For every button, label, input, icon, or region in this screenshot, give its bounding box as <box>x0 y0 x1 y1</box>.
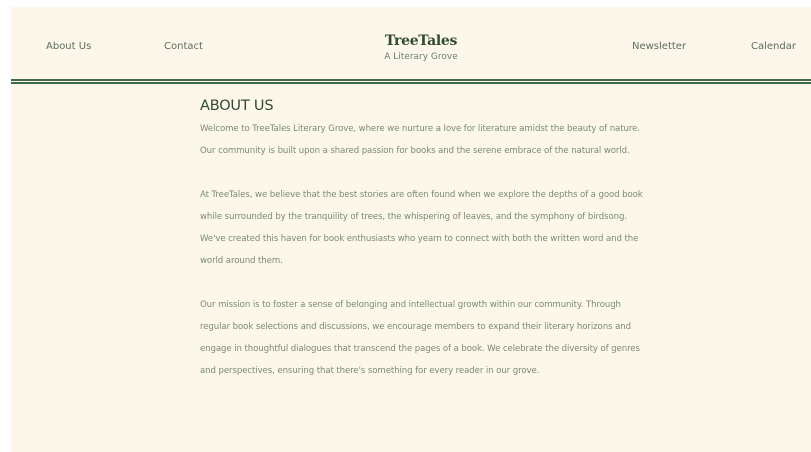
nav-link-calendar[interactable]: Calendar <box>751 41 796 52</box>
nav-link-about-us[interactable]: About Us <box>46 41 91 52</box>
site-header: About Us Contact TreeTales A Literary Gr… <box>11 7 811 79</box>
nav-link-newsletter[interactable]: Newsletter <box>632 41 686 52</box>
about-paragraph-1: Welcome to TreeTales Literary Grove, whe… <box>200 124 640 156</box>
brand-logo[interactable]: TreeTales A Literary Grove <box>321 33 521 63</box>
about-paragraph-2: At TreeTales, we believe that the best s… <box>200 190 643 266</box>
about-paragraph-3: Our mission is to foster a sense of belo… <box>200 300 640 376</box>
about-section: ABOUT US Welcome to TreeTales Literary G… <box>200 97 650 382</box>
page: About Us Contact TreeTales A Literary Gr… <box>11 7 811 452</box>
page-title: ABOUT US <box>200 98 274 114</box>
brand-tagline: A Literary Grove <box>384 52 458 62</box>
brand-title: TreeTales <box>384 33 458 49</box>
nav-link-contact[interactable]: Contact <box>164 41 203 52</box>
header-divider <box>11 79 811 84</box>
